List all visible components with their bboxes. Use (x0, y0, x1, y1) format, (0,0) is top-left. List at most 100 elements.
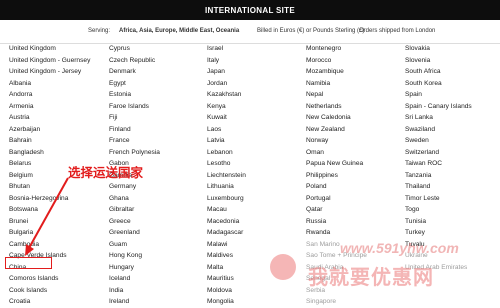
country-link-maldives[interactable]: Maldives (207, 250, 246, 262)
country-link-new-zealand[interactable]: New Zealand (306, 124, 367, 136)
country-link-tunisia[interactable]: Tunisia (405, 216, 472, 228)
country-link-guam[interactable]: Guam (109, 239, 160, 251)
country-link-malawi[interactable]: Malawi (207, 239, 246, 251)
country-link-india[interactable]: India (109, 285, 160, 297)
country-link-spain[interactable]: Spain (405, 89, 472, 101)
country-link-madagascar[interactable]: Madagascar (207, 227, 246, 239)
country-link-portugal[interactable]: Portugal (306, 193, 367, 205)
country-link-papua-new-guinea[interactable]: Papua New Guinea (306, 158, 367, 170)
country-link-singapore[interactable]: Singapore (306, 296, 367, 308)
country-link-poland[interactable]: Poland (306, 181, 367, 193)
country-link-norway[interactable]: Norway (306, 135, 367, 147)
country-link-united-kingdom[interactable]: United Kingdom (9, 43, 90, 55)
country-link-sweden[interactable]: Sweden (405, 135, 472, 147)
country-link-tanzania[interactable]: Tanzania (405, 170, 472, 182)
country-link-morocco[interactable]: Morocco (306, 55, 367, 67)
country-link-lebanon[interactable]: Lebanon (207, 147, 246, 159)
country-link-namibia[interactable]: Namibia (306, 78, 367, 90)
country-link-swaziland[interactable]: Swaziland (405, 124, 472, 136)
country-link-ireland[interactable]: Ireland (109, 296, 160, 308)
serving-label: Serving: (88, 28, 111, 34)
country-link-greece[interactable]: Greece (109, 216, 160, 228)
country-link-finland[interactable]: Finland (109, 124, 160, 136)
country-link-lithuania[interactable]: Lithuania (207, 181, 246, 193)
country-link-montenegro[interactable]: Montenegro (306, 43, 367, 55)
country-link-croatia[interactable]: Croatia (9, 296, 90, 308)
country-link-kenya[interactable]: Kenya (207, 101, 246, 113)
country-link-france[interactable]: France (109, 135, 160, 147)
country-column-3: Israel Italy Japan Jordan Kazakhstan Kenya Kuw… (207, 43, 246, 308)
country-link-oman[interactable]: Oman (306, 147, 367, 159)
country-link-rwanda[interactable]: Rwanda (306, 227, 367, 239)
country-link-south-korea[interactable]: South Korea (405, 78, 472, 90)
country-link-kuwait[interactable]: Kuwait (207, 112, 246, 124)
country-link-andorra[interactable]: Andorra (9, 89, 90, 101)
country-link-bahrain[interactable]: Bahrain (9, 135, 90, 147)
country-link-lesotho[interactable]: Lesotho (207, 158, 246, 170)
country-link-bhutan[interactable]: Bhutan (9, 181, 90, 193)
country-link-french-polynesia[interactable]: French Polynesia (109, 147, 160, 159)
country-link-russia[interactable]: Russia (306, 216, 367, 228)
country-link-philippines[interactable]: Philippines (306, 170, 367, 182)
country-link-jordan[interactable]: Jordan (207, 78, 246, 90)
country-link-bulgaria[interactable]: Bulgaria (9, 227, 90, 239)
country-link-nepal[interactable]: Nepal (306, 89, 367, 101)
country-link-gibraltar[interactable]: Gibraltar (109, 204, 160, 216)
country-link-bangladesh[interactable]: Bangladesh (9, 147, 90, 159)
country-link-bosnia-herzegovina[interactable]: Bosnia-Herzegovina (9, 193, 90, 205)
country-link-comoros-islands[interactable]: Comoros Islands (9, 273, 90, 285)
country-link-cyprus[interactable]: Cyprus (109, 43, 160, 55)
country-link-hungary[interactable]: Hungary (109, 262, 160, 274)
country-link-japan[interactable]: Japan (207, 66, 246, 78)
country-link-turkey[interactable]: Turkey (405, 227, 472, 239)
country-link-fiji[interactable]: Fiji (109, 112, 160, 124)
country-link-israel[interactable]: Israel (207, 43, 246, 55)
country-link-sri-lanka[interactable]: Sri Lanka (405, 112, 472, 124)
country-link-kazakhstan[interactable]: Kazakhstan (207, 89, 246, 101)
country-link-mongolia[interactable]: Mongolia (207, 296, 246, 308)
country-link-brunei[interactable]: Brunei (9, 216, 90, 228)
country-link-iceland[interactable]: Iceland (109, 273, 160, 285)
country-link-thailand[interactable]: Thailand (405, 181, 472, 193)
country-link-united-kingdom-guernsey[interactable]: United Kingdom - Guernsey (9, 55, 90, 67)
country-link-denmark[interactable]: Denmark (109, 66, 160, 78)
country-link-macedonia[interactable]: Macedonia (207, 216, 246, 228)
country-link-moldova[interactable]: Moldova (207, 285, 246, 297)
country-link-mozambique[interactable]: Mozambique (306, 66, 367, 78)
country-link-mauritius[interactable]: Mauritius (207, 273, 246, 285)
country-link-united-kingdom-jersey[interactable]: United Kingdom - Jersey (9, 66, 90, 78)
country-link-czech-republic[interactable]: Czech Republic (109, 55, 160, 67)
country-link-spain-canary-islands[interactable]: Spain - Canary Islands (405, 101, 472, 113)
country-link-timor-leste[interactable]: Timor Leste (405, 193, 472, 205)
country-link-south-africa[interactable]: South Africa (405, 66, 472, 78)
country-link-taiwan-roc[interactable]: Taiwan ROC (405, 158, 472, 170)
country-link-germany[interactable]: Germany (109, 181, 160, 193)
country-link-italy[interactable]: Italy (207, 55, 246, 67)
country-link-slovenia[interactable]: Slovenia (405, 55, 472, 67)
country-link-latvia[interactable]: Latvia (207, 135, 246, 147)
country-link-hong-kong[interactable]: Hong Kong (109, 250, 160, 262)
country-link-slovakia[interactable]: Slovakia (405, 43, 472, 55)
country-link-macau[interactable]: Macau (207, 204, 246, 216)
country-link-armenia[interactable]: Armenia (9, 101, 90, 113)
country-link-botswana[interactable]: Botswana (9, 204, 90, 216)
country-link-ghana[interactable]: Ghana (109, 193, 160, 205)
country-link-luxembourg[interactable]: Luxembourg (207, 193, 246, 205)
country-link-albania[interactable]: Albania (9, 78, 90, 90)
country-link-togo[interactable]: Togo (405, 204, 472, 216)
country-link-greenland[interactable]: Greenland (109, 227, 160, 239)
country-link-netherlands[interactable]: Netherlands (306, 101, 367, 113)
country-link-austria[interactable]: Austria (9, 112, 90, 124)
country-link-malta[interactable]: Malta (207, 262, 246, 274)
country-link-estonia[interactable]: Estonia (109, 89, 160, 101)
country-link-azerbaijan[interactable]: Azerbaijan (9, 124, 90, 136)
country-link-cook-islands[interactable]: Cook Islands (9, 285, 90, 297)
country-link-cambodia[interactable]: Cambodia (9, 239, 90, 251)
country-link-laos[interactable]: Laos (207, 124, 246, 136)
country-link-faroe-islands[interactable]: Faroe Islands (109, 101, 160, 113)
country-link-new-caledonia[interactable]: New Caledonia (306, 112, 367, 124)
country-link-egypt[interactable]: Egypt (109, 78, 160, 90)
country-link-switzerland[interactable]: Switzerland (405, 147, 472, 159)
country-link-qatar[interactable]: Qatar (306, 204, 367, 216)
country-link-liechtenstein[interactable]: Liechtenstein (207, 170, 246, 182)
